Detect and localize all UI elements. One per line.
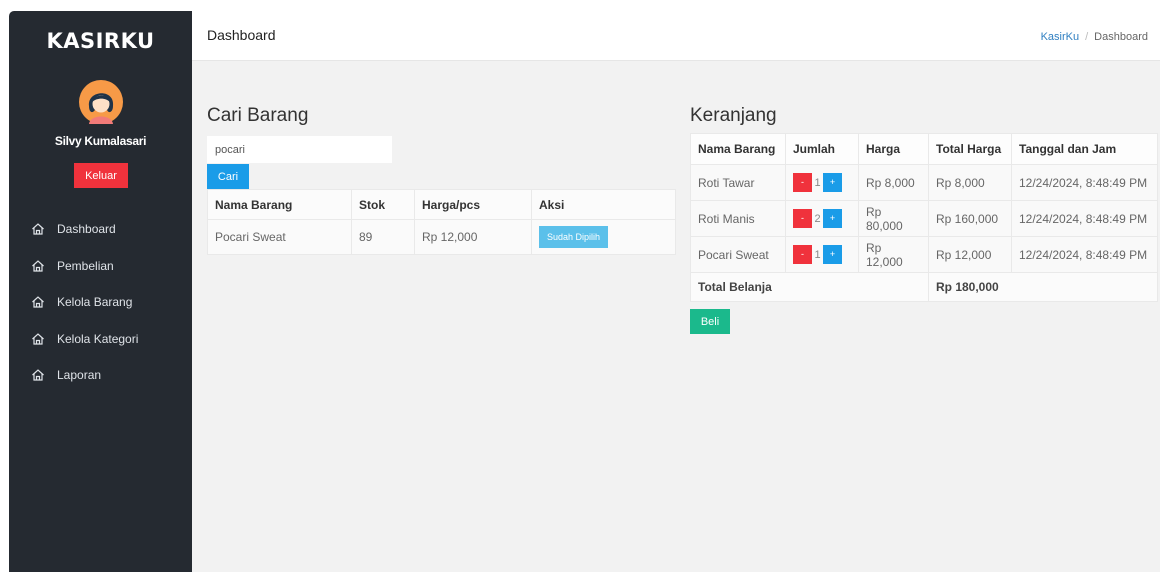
- column-header: Tanggal dan Jam: [1011, 133, 1158, 165]
- logout-button[interactable]: Keluar: [74, 163, 128, 188]
- table-row: Roti Manis - 2 + Rp 80,000 Rp 160,000 12…: [690, 200, 1158, 237]
- decrease-button[interactable]: -: [793, 209, 812, 228]
- sidebar-item-label: Kelola Barang: [57, 295, 133, 310]
- table-row: Pocari Sweat - 1 + Rp 12,000 Rp 12,000 1…: [690, 236, 1158, 273]
- user-name: Silvy Kumalasari: [54, 134, 147, 148]
- total-label: Total Belanja: [690, 272, 929, 302]
- total-value: Rp 180,000: [928, 272, 1158, 302]
- increase-button[interactable]: +: [823, 245, 842, 264]
- search-button[interactable]: Cari: [207, 164, 249, 189]
- increase-button[interactable]: +: [823, 209, 842, 228]
- sidebar-item-dashboard[interactable]: Dashboard: [9, 211, 192, 248]
- cart-table: Nama Barang Jumlah Harga Total Harga Tan…: [690, 133, 1158, 302]
- column-header: Aksi: [531, 189, 676, 220]
- table-row: Pocari Sweat 89 Rp 12,000 Sudah Dipilih: [207, 219, 676, 255]
- sidebar-item-laporan[interactable]: Laporan: [9, 357, 192, 394]
- quantity-stepper: - 2 +: [793, 209, 851, 228]
- cart-section-title: Keranjang: [690, 105, 777, 126]
- sidebar-item-pembelian[interactable]: Pembelian: [9, 248, 192, 285]
- breadcrumb-current: Dashboard: [1094, 31, 1148, 43]
- sidebar-item-label: Laporan: [57, 368, 102, 383]
- increase-button[interactable]: +: [823, 173, 842, 192]
- home-icon: [31, 222, 45, 236]
- page-title: Dashboard: [207, 27, 276, 43]
- decrease-button[interactable]: -: [793, 245, 812, 264]
- column-header: Nama Barang: [207, 189, 352, 220]
- main-content: Dashboard KasirKu / Dashboard Cari Barang …: [192, 11, 1160, 572]
- table-header-row: Nama Barang Jumlah Harga Total Harga Tan…: [690, 133, 1158, 165]
- home-icon: [31, 332, 45, 346]
- cart-item-price: Rp 12,000: [858, 236, 929, 273]
- topbar: Dashboard KasirKu / Dashboard: [192, 11, 1160, 61]
- search-input[interactable]: [207, 136, 392, 163]
- cart-item-total: Rp 12,000: [928, 236, 1012, 273]
- cart-item-price: Rp 8,000: [858, 164, 929, 201]
- table-row: Roti Tawar - 1 + Rp 8,000 Rp 8,000 12/24…: [690, 164, 1158, 201]
- home-icon: [31, 368, 45, 382]
- sidebar-item-label: Kelola Kategori: [57, 331, 139, 346]
- sidebar-item-label: Pembelian: [57, 258, 114, 273]
- buy-button[interactable]: Beli: [690, 309, 730, 334]
- quantity-value: 1: [814, 248, 821, 261]
- quantity-stepper: - 1 +: [793, 173, 851, 192]
- cart-item-total: Rp 160,000: [928, 200, 1012, 237]
- quantity-value: 2: [814, 212, 821, 225]
- cart-item-name: Roti Tawar: [690, 164, 786, 201]
- sidebar-item-kelola-kategori[interactable]: Kelola Kategori: [9, 321, 192, 358]
- search-results-table: Nama Barang Stok Harga/pcs Aksi Pocari S…: [207, 189, 676, 255]
- sidebar-item-kelola-barang[interactable]: Kelola Barang: [9, 284, 192, 321]
- column-header: Jumlah: [785, 133, 859, 165]
- quantity-value: 1: [814, 176, 821, 189]
- home-icon: [31, 259, 45, 273]
- cart-item-qty: - 1 +: [785, 236, 859, 273]
- sidebar-item-label: Dashboard: [57, 222, 116, 237]
- column-header: Harga/pcs: [414, 189, 532, 220]
- sidebar-nav: Dashboard Pembelian Kelola Barang Kelola…: [9, 211, 192, 394]
- cart-item-price: Rp 80,000: [858, 200, 929, 237]
- cart-item-datetime: 12/24/2024, 8:48:49 PM: [1011, 200, 1158, 237]
- cart-item-total: Rp 8,000: [928, 164, 1012, 201]
- cart-item-datetime: 12/24/2024, 8:48:49 PM: [1011, 236, 1158, 273]
- decrease-button[interactable]: -: [793, 173, 812, 192]
- breadcrumb-home-link[interactable]: KasirKu: [1041, 31, 1080, 43]
- home-icon: [31, 295, 45, 309]
- brand-logo: KASIRKU: [46, 29, 155, 53]
- item-name-cell: Pocari Sweat: [207, 219, 352, 255]
- cart-item-name: Pocari Sweat: [690, 236, 786, 273]
- item-price-cell: Rp 12,000: [414, 219, 532, 255]
- search-section-title: Cari Barang: [207, 105, 309, 126]
- column-header: Total Harga: [928, 133, 1012, 165]
- cart-item-name: Roti Manis: [690, 200, 786, 237]
- already-selected-button[interactable]: Sudah Dipilih: [539, 226, 608, 248]
- item-stock-cell: 89: [351, 219, 415, 255]
- quantity-stepper: - 1 +: [793, 245, 851, 264]
- breadcrumb: KasirKu / Dashboard: [1041, 31, 1148, 43]
- cart-total-row: Total Belanja Rp 180,000: [690, 272, 1158, 302]
- cart-item-qty: - 1 +: [785, 164, 859, 201]
- column-header: Nama Barang: [690, 133, 786, 165]
- table-header-row: Nama Barang Stok Harga/pcs Aksi: [207, 189, 676, 220]
- avatar: [79, 80, 123, 124]
- item-action-cell: Sudah Dipilih: [531, 219, 676, 255]
- column-header: Stok: [351, 189, 415, 220]
- cart-item-qty: - 2 +: [785, 200, 859, 237]
- sidebar: KASIRKU Silvy Kumalasari Keluar Dashboar…: [9, 11, 192, 572]
- cart-item-datetime: 12/24/2024, 8:48:49 PM: [1011, 164, 1158, 201]
- column-header: Harga: [858, 133, 929, 165]
- breadcrumb-separator: /: [1085, 31, 1089, 43]
